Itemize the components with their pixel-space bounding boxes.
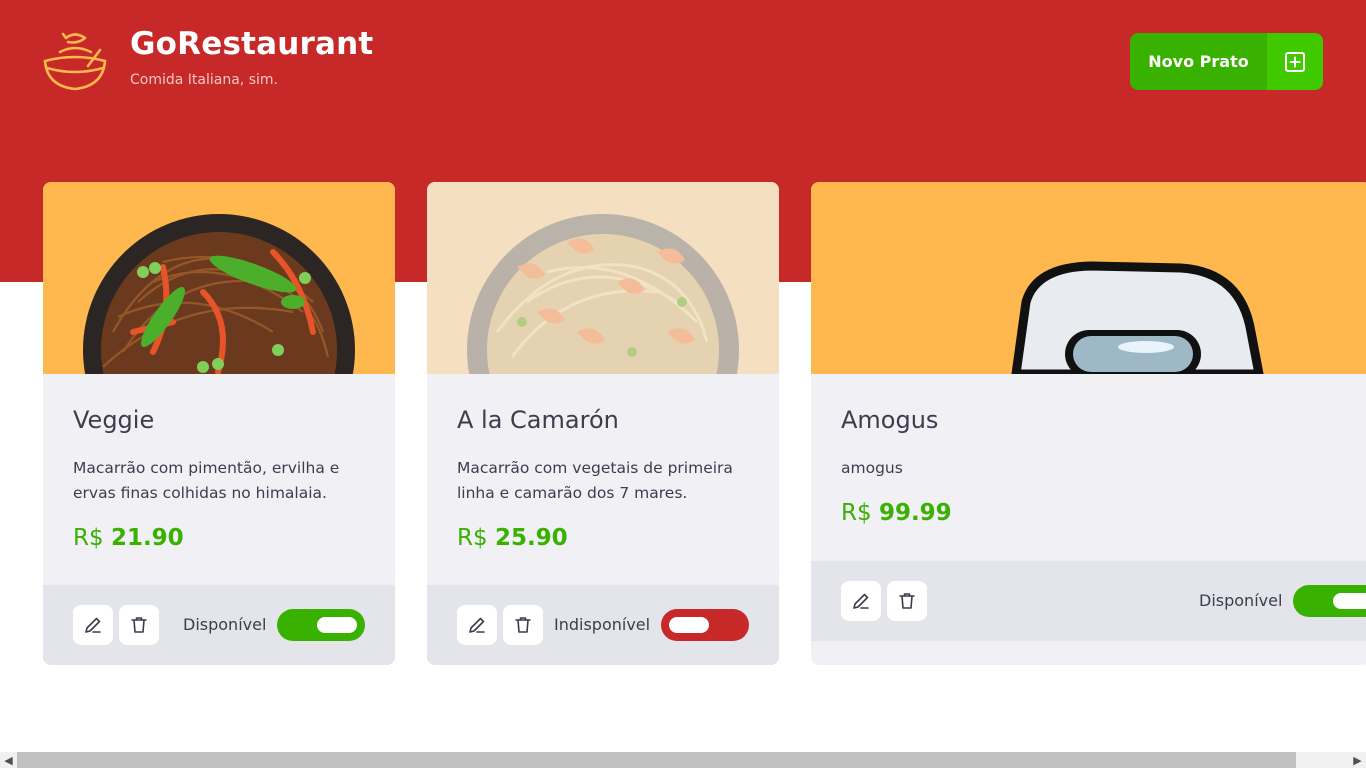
currency-label: R$ [457,525,488,551]
pencil-icon [469,617,485,633]
food-description: Macarrão com vegetais de primeira linha … [457,459,733,502]
availability-label: Disponível [183,615,267,634]
edit-button[interactable] [841,581,881,621]
edit-button[interactable] [73,605,113,645]
food-price: R$ 99.99 [841,500,952,526]
food-image-veggie [43,182,395,374]
plus-square-icon [1267,33,1323,90]
currency-label: R$ [841,500,872,526]
food-card-amogus: Amogus amogus R$ 99.99 Disponível [811,182,1366,665]
food-card-footer: Indisponível [427,585,779,665]
food-image-amogus [811,182,1366,374]
food-card-footer: Disponível [811,561,1366,641]
food-card-veggie: Veggie Macarrão com pimentão, ervilha e … [43,182,395,665]
price-value: 21.90 [110,525,184,551]
food-price: R$ 25.90 [457,525,568,551]
toggle-knob [669,617,709,633]
scroll-left-arrow-icon[interactable]: ◀ [0,752,17,768]
delete-button[interactable] [503,605,543,645]
brand-title: GoRestaurant [130,26,374,62]
food-name: Veggie [73,406,155,434]
price-value: 99.99 [878,500,952,526]
currency-label: R$ [73,525,104,551]
food-image-a-la-camaron [427,182,779,374]
food-card-a-la-camaron: A la Camarón Macarrão com vegetais de pr… [427,182,779,665]
trash-icon [899,593,915,609]
pencil-icon [85,617,101,633]
food-name: A la Camarón [457,406,619,434]
restaurant-logo-icon [43,32,107,91]
food-name: Amogus [841,406,939,434]
trash-icon [515,617,531,633]
availability-toggle[interactable] [1293,585,1366,617]
delete-button[interactable] [119,605,159,645]
toggle-knob [317,617,357,633]
food-card-footer: Disponível [43,585,395,665]
horizontal-scrollbar[interactable]: ◀ ▶ [0,752,1366,768]
price-value: 25.90 [494,525,568,551]
pencil-icon [853,593,869,609]
food-description: amogus [841,459,903,477]
delete-button[interactable] [887,581,927,621]
food-price: R$ 21.90 [73,525,184,551]
availability-label: Disponível [1199,591,1283,610]
new-dish-button-label: Novo Prato [1130,33,1267,90]
availability-toggle[interactable] [661,609,749,641]
new-dish-button[interactable]: Novo Prato [1130,33,1323,90]
availability-label: Indisponível [554,615,651,634]
brand-subtitle: Comida Italiana, sim. [130,72,278,88]
toggle-knob [1333,593,1366,609]
trash-icon [131,617,147,633]
edit-button[interactable] [457,605,497,645]
scroll-right-arrow-icon[interactable]: ▶ [1349,752,1366,768]
scrollbar-thumb[interactable] [17,752,1296,768]
food-description: Macarrão com pimentão, ervilha e ervas f… [73,459,340,502]
availability-toggle[interactable] [277,609,365,641]
